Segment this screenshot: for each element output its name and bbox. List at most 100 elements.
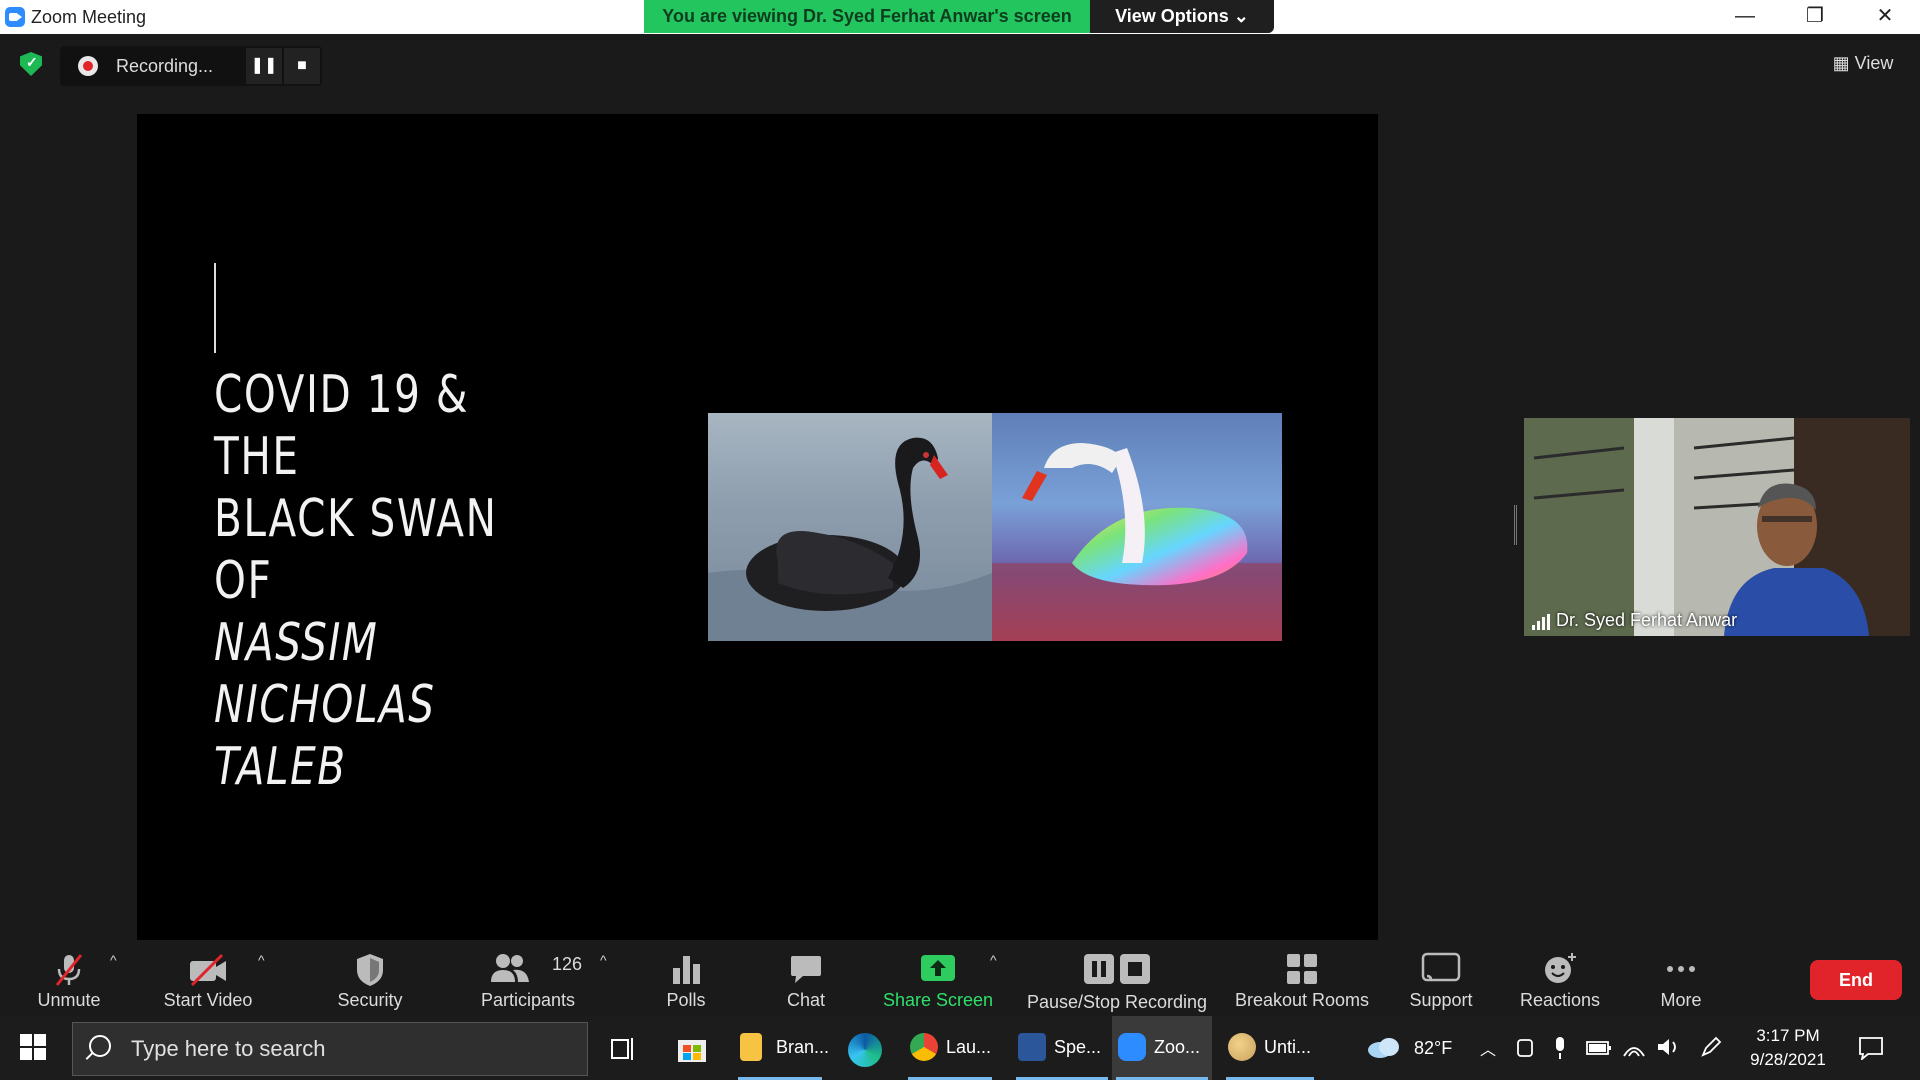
volume-icon[interactable] xyxy=(1656,1036,1682,1058)
taskbar-app-word[interactable]: Spe... xyxy=(1012,1016,1112,1080)
microsoft-store-icon[interactable] xyxy=(676,1032,708,1064)
participant-video[interactable]: Dr. Syed Ferhat Anwar xyxy=(1524,418,1910,636)
signal-strength-icon xyxy=(1532,614,1552,630)
recording-label: Recording... xyxy=(116,56,214,76)
slide-title-line: NICHOLAS xyxy=(214,675,436,735)
slide-title-line: TALEB xyxy=(214,737,347,797)
taskbar-clock[interactable]: 3:17 PM 9/28/2021 xyxy=(1738,1024,1838,1072)
notifications-icon[interactable] xyxy=(1858,1036,1884,1060)
taskbar-app-paint[interactable]: Unti... xyxy=(1222,1016,1318,1080)
restore-button[interactable]: ❐ xyxy=(1780,0,1850,34)
pen-workspace-icon[interactable] xyxy=(1700,1036,1722,1058)
video-options-caret[interactable]: ^ xyxy=(258,952,265,968)
chat-bubble-icon xyxy=(791,956,821,983)
microphone-tray-icon[interactable] xyxy=(1552,1036,1568,1060)
more-button[interactable]: More xyxy=(1636,940,1726,1016)
slide-title: COVID 19 & THE BLACK SWAN OF NASSIM NICH… xyxy=(214,364,542,798)
paint-palette-icon xyxy=(1228,1033,1256,1061)
chat-label: Chat xyxy=(786,990,826,1010)
reactions-smiley-icon xyxy=(1545,953,1576,983)
task-view-icon[interactable] xyxy=(610,1036,636,1062)
pause-stop-recording-icon xyxy=(1084,954,1150,984)
support-label: Support xyxy=(1409,990,1473,1010)
polls-button[interactable]: Polls xyxy=(650,940,722,1016)
video-off-icon xyxy=(190,953,226,987)
taskbar-app-chrome[interactable]: Lau... xyxy=(904,1016,996,1080)
security-label: Security xyxy=(337,990,403,1010)
slide-title-line: BLACK SWAN OF xyxy=(214,489,498,611)
microphone-muted-icon xyxy=(55,954,83,986)
more-label: More xyxy=(1660,990,1702,1010)
participants-button[interactable]: 126 Participants xyxy=(474,940,582,1016)
view-button[interactable]: ▦ View xyxy=(1820,46,1906,80)
stop-recording-button[interactable]: ■ xyxy=(284,48,320,84)
weather-cloud-icon[interactable] xyxy=(1366,1036,1402,1060)
black-swan-image xyxy=(708,413,992,641)
search-input[interactable] xyxy=(131,1033,571,1065)
taskbar-app-label: Bran... xyxy=(776,1037,830,1057)
windows-start-icon[interactable] xyxy=(20,1034,46,1060)
start-video-button[interactable]: Start Video xyxy=(156,940,260,1016)
meeting-toolbar: Unmute ^ Start Video ^ Security 126 Part… xyxy=(0,940,1920,1016)
meet-now-icon[interactable] xyxy=(1516,1038,1534,1058)
share-options-caret[interactable]: ^ xyxy=(990,952,997,968)
taskbar-app-label: Unti... xyxy=(1264,1037,1312,1057)
end-meeting-button[interactable]: End xyxy=(1810,960,1902,1000)
clock-time: 3:17 PM xyxy=(1756,1026,1820,1045)
participant-name: Dr. Syed Ferhat Anwar xyxy=(1556,610,1738,630)
taskbar-app-label: Zoo... xyxy=(1154,1037,1201,1057)
taskbar-app-label: Lau... xyxy=(946,1037,992,1057)
breakout-rooms-grid-icon xyxy=(1287,954,1317,984)
minimize-button[interactable]: — xyxy=(1710,0,1780,34)
reactions-label: Reactions xyxy=(1519,990,1601,1010)
close-button[interactable]: ✕ xyxy=(1850,0,1920,34)
pause-stop-recording-label: Pause/Stop Recording xyxy=(1026,992,1208,1012)
view-options-button[interactable]: View Options ⌄ xyxy=(1090,0,1274,33)
unmute-label: Unmute xyxy=(37,990,101,1010)
polls-bar-chart-icon xyxy=(673,956,700,984)
share-screen-arrow-icon xyxy=(921,955,955,981)
support-cast-icon xyxy=(1421,952,1461,982)
taskbar-app-file-explorer[interactable]: Bran... xyxy=(734,1016,830,1080)
share-screen-button[interactable]: Share Screen xyxy=(880,940,996,1016)
security-button[interactable]: Security xyxy=(330,940,410,1016)
unmute-button[interactable]: Unmute xyxy=(22,940,116,1016)
recording-indicator: Recording... ❚❚ ■ xyxy=(60,46,322,86)
support-button[interactable]: Support xyxy=(1396,940,1486,1016)
chrome-icon xyxy=(910,1033,938,1061)
slide-title-line: COVID 19 & THE xyxy=(214,365,470,487)
share-screen-label: Share Screen xyxy=(882,990,994,1010)
panel-splitter-handle[interactable] xyxy=(1514,505,1517,545)
chat-button[interactable]: Chat xyxy=(770,940,842,1016)
participants-icon xyxy=(491,954,529,982)
reactions-button[interactable]: Reactions xyxy=(1510,940,1610,1016)
clock-date: 9/28/2021 xyxy=(1750,1050,1826,1069)
encryption-shield-icon[interactable] xyxy=(20,52,42,76)
start-video-label: Start Video xyxy=(163,990,253,1010)
weather-temperature[interactable]: 82°F xyxy=(1414,1038,1452,1059)
security-shield-icon xyxy=(357,954,383,986)
taskbar-search[interactable] xyxy=(72,1022,588,1076)
breakout-rooms-button[interactable]: Breakout Rooms xyxy=(1228,940,1376,1016)
pause-recording-button[interactable]: ❚❚ xyxy=(246,48,282,84)
windows-taskbar: Bran... Lau... Spe... Zoo... Unti... xyxy=(0,1016,1920,1080)
pause-stop-recording-button[interactable]: Pause/Stop Recording xyxy=(1022,940,1212,1016)
zoom-logo-icon xyxy=(5,7,25,27)
taskbar-app-zoom[interactable]: Zoo... xyxy=(1112,1016,1212,1080)
participants-count: 126 xyxy=(552,954,583,974)
window-title: Zoom Meeting xyxy=(31,7,147,27)
slide-title-line: NASSIM xyxy=(214,613,379,673)
audio-options-caret[interactable]: ^ xyxy=(110,952,117,968)
slide-accent-line xyxy=(214,263,216,353)
zoom-icon xyxy=(1118,1033,1146,1061)
shared-screen: COVID 19 & THE BLACK SWAN OF NASSIM NICH… xyxy=(137,114,1378,940)
participants-options-caret[interactable]: ^ xyxy=(600,952,607,968)
taskbar-app-label: Spe... xyxy=(1054,1037,1102,1057)
edge-browser-icon[interactable] xyxy=(848,1033,882,1067)
rainbow-swan-image xyxy=(992,413,1282,641)
show-hidden-icons-caret[interactable]: ︿ xyxy=(1480,1036,1496,1060)
zoom-window: Zoom Meeting You are viewing Dr. Syed Fe… xyxy=(0,0,1920,1080)
wifi-icon[interactable] xyxy=(1622,1036,1646,1058)
word-icon xyxy=(1018,1033,1046,1061)
battery-icon[interactable] xyxy=(1586,1040,1612,1056)
